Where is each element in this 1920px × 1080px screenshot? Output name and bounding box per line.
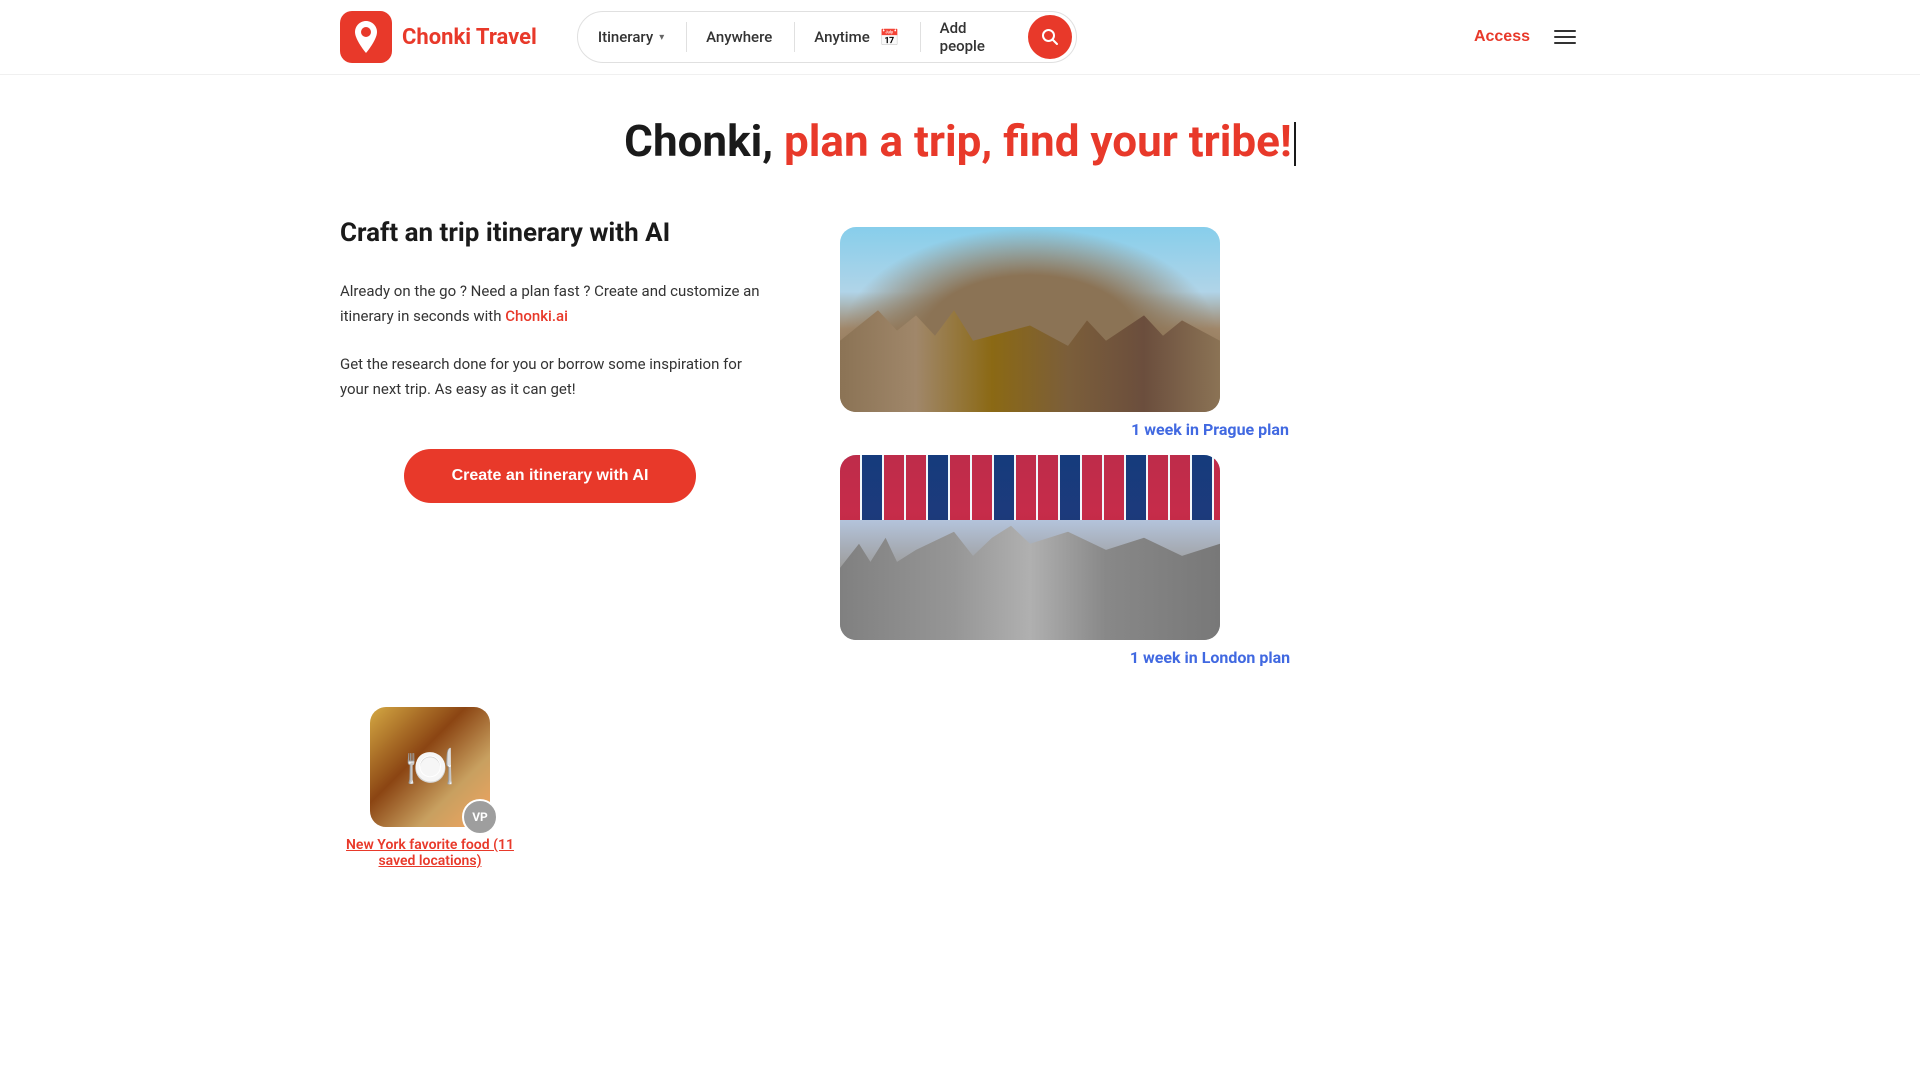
prague-image <box>840 227 1220 412</box>
search-itinerary-segment[interactable]: Itinerary ▾ <box>578 12 686 62</box>
description-block-2: Get the research done for you or borrow … <box>340 352 760 403</box>
chonki-ai-link[interactable]: Chonki.ai <box>505 307 568 325</box>
food-card-link[interactable]: New York favorite food (11 saved locatio… <box>340 837 520 869</box>
anytime-label: Anytime <box>814 28 869 46</box>
itinerary-label: Itinerary <box>598 28 653 46</box>
chevron-down-icon: ▾ <box>659 32 664 43</box>
description-text-2: Get the research done for you or borrow … <box>340 352 760 403</box>
prague-link[interactable]: 1 week in Prague plan <box>840 420 1580 439</box>
menu-line-2 <box>1554 36 1576 38</box>
anywhere-label: Anywhere <box>706 28 772 46</box>
header-actions: Access <box>1474 26 1580 48</box>
hero-title: Chonki, plan a trip, find your tribe! <box>0 115 1920 167</box>
food-image-wrapper: VP <box>370 707 490 827</box>
description-text-1: Already on the go ? Need a plan fast ? C… <box>340 279 760 330</box>
menu-line-1 <box>1554 30 1576 32</box>
prague-card: 1 week in Prague plan <box>840 227 1580 439</box>
cursor-blink <box>1294 122 1296 166</box>
add-people-label: Add people <box>940 19 1008 55</box>
hero-title-highlight: plan a trip, find your tribe! <box>773 115 1292 167</box>
food-card: VP New York favorite food (11 saved loca… <box>340 707 520 869</box>
header: Chonki Travel Itinerary ▾ Anywhere Anyti… <box>0 0 1920 75</box>
logo-area[interactable]: Chonki Travel <box>340 11 537 63</box>
search-anywhere-segment[interactable]: Anywhere <box>686 12 794 62</box>
search-bar: Itinerary ▾ Anywhere Anytime 📅 Add peopl… <box>577 11 1077 63</box>
left-panel: Craft an trip itinerary with AI Already … <box>340 217 760 667</box>
menu-button[interactable] <box>1550 26 1580 48</box>
bottom-section: VP New York favorite food (11 saved loca… <box>0 667 1920 869</box>
hero-title-start: Chonki, <box>624 115 773 167</box>
right-panel: 1 week in Prague plan 1 week in London p… <box>840 217 1580 667</box>
cta-wrapper: Create an itinerary with AI <box>340 433 760 503</box>
search-anytime-segment[interactable]: Anytime 📅 <box>794 12 919 62</box>
calendar-icon: 📅 <box>880 28 900 47</box>
search-icon <box>1041 28 1059 46</box>
access-button[interactable]: Access <box>1474 28 1530 46</box>
search-people-segment[interactable]: Add people <box>920 12 1028 62</box>
london-image <box>840 455 1220 640</box>
hero-section: Chonki, plan a trip, find your tribe! <box>0 75 1920 187</box>
craft-title: Craft an trip itinerary with AI <box>340 217 760 251</box>
avatar-badge: VP <box>462 799 498 835</box>
description-block-1: Already on the go ? Need a plan fast ? C… <box>340 279 760 330</box>
main-content: Craft an trip itinerary with AI Already … <box>0 217 1920 667</box>
brand-name: Chonki Travel <box>402 25 537 50</box>
london-link[interactable]: 1 week in London plan <box>840 648 1580 667</box>
search-button[interactable] <box>1028 15 1072 59</box>
london-card: 1 week in London plan <box>840 455 1580 667</box>
menu-line-3 <box>1554 42 1576 44</box>
create-itinerary-button[interactable]: Create an itinerary with AI <box>404 449 697 503</box>
logo-icon <box>340 11 392 63</box>
